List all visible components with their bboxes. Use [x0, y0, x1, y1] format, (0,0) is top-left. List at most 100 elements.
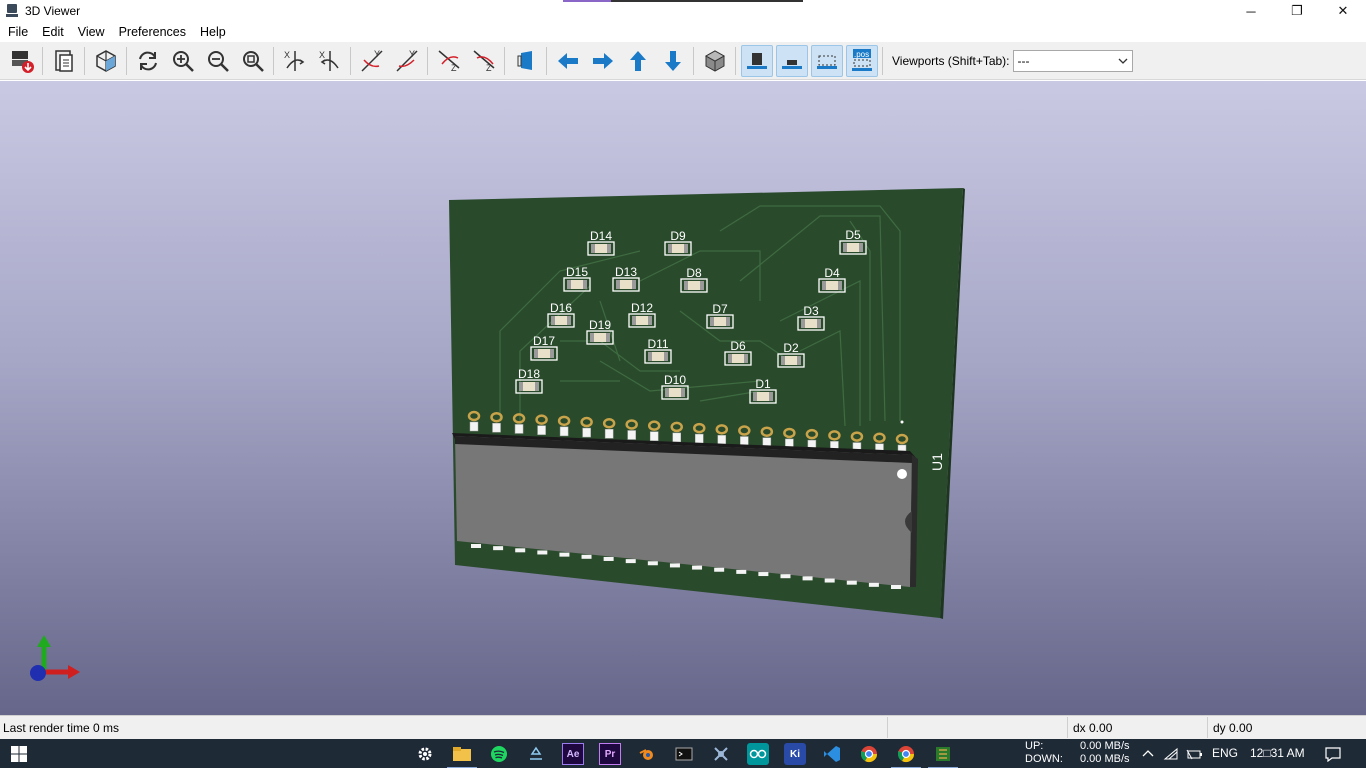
start-button[interactable] [8, 743, 30, 765]
window-title: 3D Viewer [25, 4, 81, 18]
app2-icon [714, 747, 728, 761]
ic-pin [868, 582, 879, 587]
zoom-fit-button[interactable] [237, 45, 269, 77]
close-button[interactable]: ✕ [1320, 0, 1366, 22]
language-indicator[interactable]: ENG [1212, 746, 1238, 760]
reload-button[interactable] [132, 45, 164, 77]
ortho-projection-button[interactable] [699, 45, 731, 77]
notifications-button[interactable] [1322, 743, 1344, 765]
taskbar-arduino[interactable] [747, 743, 769, 765]
ic-pin [604, 429, 614, 439]
taskbar-spotify[interactable] [488, 743, 510, 765]
zoom-out-button[interactable] [202, 45, 234, 77]
led-d10: D10 [661, 373, 689, 400]
led-designator: D16 [550, 301, 572, 315]
spotify-icon [491, 746, 507, 762]
copy-clipboard-button[interactable] [48, 45, 80, 77]
rotate-y-cw-button[interactable]: Y [356, 45, 388, 77]
taskbar-chrome[interactable] [858, 743, 880, 765]
show-virtual-toggle[interactable] [810, 44, 843, 77]
pan-right-button[interactable] [587, 45, 619, 77]
ic-pin [515, 548, 526, 553]
led-designator: D4 [824, 266, 840, 280]
menu-view[interactable]: View [78, 25, 105, 39]
rotate-z-cw-button[interactable]: Z [433, 45, 465, 77]
toolbar-separator [42, 46, 43, 75]
taskbar-pcbnew[interactable] [928, 743, 958, 768]
pan-left-icon [557, 52, 578, 69]
vscode-icon [824, 746, 840, 762]
tray-battery[interactable] [1184, 743, 1206, 765]
taskbar-premiere[interactable]: Pr [599, 743, 621, 765]
taskbar-after-effects[interactable]: Ae [562, 743, 584, 765]
menu-preferences[interactable]: Preferences [119, 25, 186, 39]
ic-pin [780, 574, 791, 579]
led-d14: D14 [587, 229, 615, 256]
led-d19: D19 [586, 318, 614, 345]
net-down-label: DOWN: [1025, 753, 1063, 765]
net-up-value: 0.00 MB/s [1080, 740, 1130, 752]
taskbar-vscode[interactable] [821, 743, 843, 765]
arduino-icon [749, 749, 767, 759]
show-tht-icon [746, 52, 767, 69]
export-image-button[interactable] [6, 45, 38, 77]
toolbar-separator [350, 46, 351, 75]
taskbar-settings[interactable] [414, 743, 436, 765]
rotate-x-cw-icon: X [284, 50, 304, 71]
ic-pin [695, 433, 704, 444]
status-divider [1067, 717, 1068, 738]
ic-pin [537, 550, 548, 555]
taskbar-file-explorer[interactable] [447, 743, 477, 768]
terminal-icon [675, 747, 693, 761]
rotate-y-ccw-button[interactable]: Y [391, 45, 423, 77]
flip-board-button[interactable] [510, 45, 542, 77]
toolbar-separator [84, 46, 85, 75]
minimize-button[interactable]: ─ [1228, 0, 1274, 22]
menu-edit[interactable]: Edit [42, 25, 64, 39]
pan-down-button[interactable] [657, 45, 689, 77]
raytracing-button[interactable] [90, 45, 122, 77]
clock[interactable]: 12□31 AM [1250, 746, 1305, 760]
pan-up-button[interactable] [622, 45, 654, 77]
menu-help[interactable]: Help [200, 25, 226, 39]
led-designator: D6 [730, 339, 746, 353]
led-d12: D12 [628, 301, 656, 328]
pan-left-button[interactable] [552, 45, 584, 77]
pan-down-icon [664, 50, 681, 71]
tray-network[interactable] [1160, 743, 1182, 765]
show-not-in-posfile-toggle[interactable]: .pos [845, 44, 878, 77]
show-smd-toggle[interactable] [775, 44, 808, 77]
tray-chevron-button[interactable] [1137, 743, 1159, 765]
led-designator: D12 [631, 301, 653, 315]
led-designator: D18 [518, 367, 540, 381]
ic-pin [559, 426, 569, 437]
ic-pin [692, 565, 703, 570]
menu-file[interactable]: File [8, 25, 28, 39]
taskbar-kicad[interactable]: Ki [784, 743, 806, 765]
show-tht-toggle[interactable] [740, 44, 773, 77]
taskbar-app2[interactable] [710, 743, 732, 765]
ic-pin [802, 576, 813, 581]
rotate-y-cw-icon: Y [360, 49, 383, 72]
battery-icon [1186, 749, 1202, 760]
taskbar-app[interactable] [525, 743, 547, 765]
svg-text:X: X [319, 50, 325, 60]
led-d17: D17 [530, 334, 558, 361]
viewports-select[interactable]: --- [1012, 49, 1133, 72]
rotate-z-ccw-button[interactable]: Z [468, 45, 500, 77]
reload-icon [138, 51, 157, 70]
led-d13: D13 [612, 265, 640, 292]
taskbar-terminal[interactable] [673, 743, 695, 765]
rotate-x-cw-button[interactable]: X [279, 45, 311, 77]
toolbar-separator [273, 46, 274, 75]
app-icon [530, 746, 542, 760]
zoom-in-button[interactable] [167, 45, 199, 77]
taskbar-blender[interactable] [636, 743, 658, 765]
restore-button[interactable]: ❐ [1274, 0, 1320, 22]
rotate-y-ccw-icon: Y [395, 49, 418, 72]
taskbar-chrome-2[interactable] [891, 743, 921, 768]
3d-viewport[interactable]: D14 D9 D5 D15 D13 D8 D4 D16 D12 D7 D3 D19 D17 D11 D6 D2… [0, 81, 1366, 715]
ic-pin [669, 563, 680, 568]
led-d18: D18 [515, 367, 543, 394]
rotate-x-ccw-button[interactable]: X [314, 45, 346, 77]
